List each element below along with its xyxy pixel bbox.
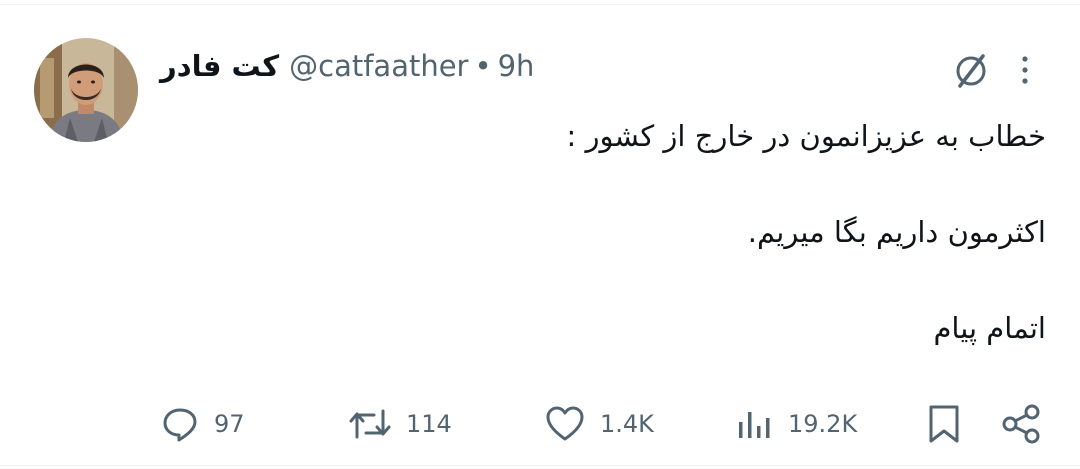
bookmark-button[interactable] — [924, 396, 964, 452]
avatar-photo — [34, 38, 138, 142]
share-button[interactable] — [1000, 396, 1044, 452]
repost-count: 114 — [406, 410, 452, 438]
views-count: 19.2K — [788, 410, 858, 438]
reply-count: 97 — [214, 410, 245, 438]
like-button[interactable]: 1.4K — [544, 396, 654, 452]
top-divider — [0, 4, 1080, 5]
analytics-icon — [739, 412, 770, 438]
avatar[interactable] — [34, 38, 138, 142]
action-bar: 97 114 1.4K 19.2K — [0, 396, 1080, 452]
reply-button[interactable]: 97 — [160, 396, 245, 452]
views-button[interactable]: 19.2K — [734, 396, 857, 452]
tweet-text: خطاب به عزیزانمون در خارج از کشور : اکثر… — [166, 110, 1046, 354]
timestamp[interactable]: 9h — [498, 49, 535, 83]
tweet-line: اتمام پیام — [933, 311, 1046, 345]
heart-icon — [546, 406, 584, 441]
display-name[interactable]: کت فادر — [160, 49, 279, 83]
repost-button[interactable]: 114 — [348, 396, 452, 452]
bookmark-icon — [929, 405, 959, 443]
share-icon — [1002, 404, 1040, 444]
user-handle[interactable]: @catfaather — [289, 49, 468, 83]
grok-icon[interactable] — [950, 50, 992, 92]
tweet-line: اکثرمون داریم بگا میریم. — [747, 215, 1046, 249]
like-count: 1.4K — [600, 410, 654, 438]
repost-icon — [349, 409, 391, 439]
more-vertical-icon[interactable] — [1010, 50, 1040, 92]
bottom-divider — [0, 465, 1080, 466]
tweet-header: کت فادر @catfaather • 9h — [160, 44, 534, 88]
reply-icon — [163, 408, 197, 442]
tweet-line: خطاب به عزیزانمون در خارج از کشور : — [566, 119, 1046, 153]
separator-dot: • — [474, 49, 492, 83]
